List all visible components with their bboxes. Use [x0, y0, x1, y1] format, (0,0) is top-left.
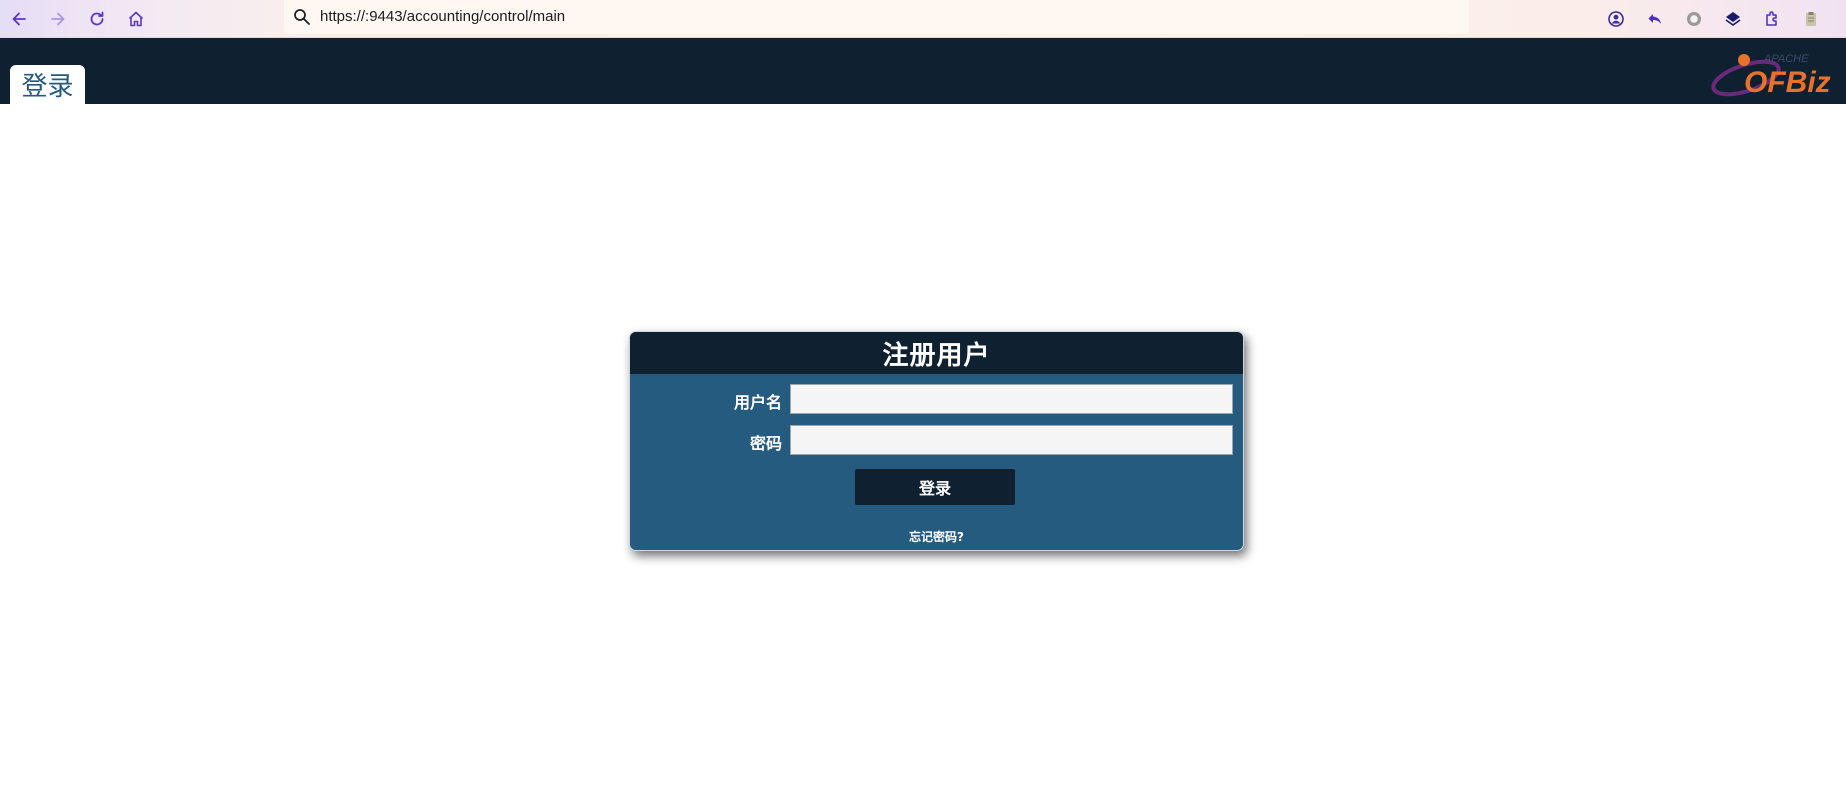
- username-label: 用户名: [733, 393, 782, 412]
- browser-toolbar: https://:9443/accounting/control/main: [0, 0, 1846, 38]
- forgot-password-link[interactable]: 忘记密码?: [630, 528, 1243, 545]
- password-input[interactable]: [790, 425, 1233, 455]
- forward-icon[interactable]: [44, 5, 72, 33]
- url-text[interactable]: https://:9443/accounting/control/main: [320, 8, 565, 25]
- logo-apache-text: APACHE: [1763, 53, 1809, 65]
- password-label: 密码: [749, 434, 782, 453]
- ofbiz-logo: APACHE OFBiz: [1711, 53, 1831, 99]
- extensions-icon[interactable]: [1758, 5, 1786, 33]
- reply-icon[interactable]: [1641, 5, 1669, 33]
- login-tab[interactable]: 登录: [10, 65, 85, 104]
- record-icon[interactable]: [1680, 5, 1708, 33]
- logo-text: OFBiz: [1744, 66, 1831, 99]
- login-panel-title: 注册用户: [630, 332, 1243, 374]
- home-icon[interactable]: [122, 5, 150, 33]
- layers-icon[interactable]: [1719, 5, 1747, 33]
- back-icon[interactable]: [5, 5, 33, 33]
- username-input[interactable]: [790, 384, 1233, 414]
- login-panel: 注册用户 用户名 密码 登录 忘记密码?: [629, 331, 1244, 551]
- login-submit-button[interactable]: 登录: [855, 469, 1015, 505]
- username-row: 用户名: [630, 384, 1243, 414]
- clipboard-icon[interactable]: [1797, 5, 1825, 33]
- url-bar[interactable]: https://:9443/accounting/control/main: [284, 0, 1469, 34]
- search-icon: [294, 9, 310, 25]
- reload-icon[interactable]: [83, 5, 111, 33]
- app-header: 登录 APACHE OFBiz: [0, 38, 1846, 104]
- password-row: 密码: [630, 425, 1243, 455]
- account-icon[interactable]: [1602, 5, 1630, 33]
